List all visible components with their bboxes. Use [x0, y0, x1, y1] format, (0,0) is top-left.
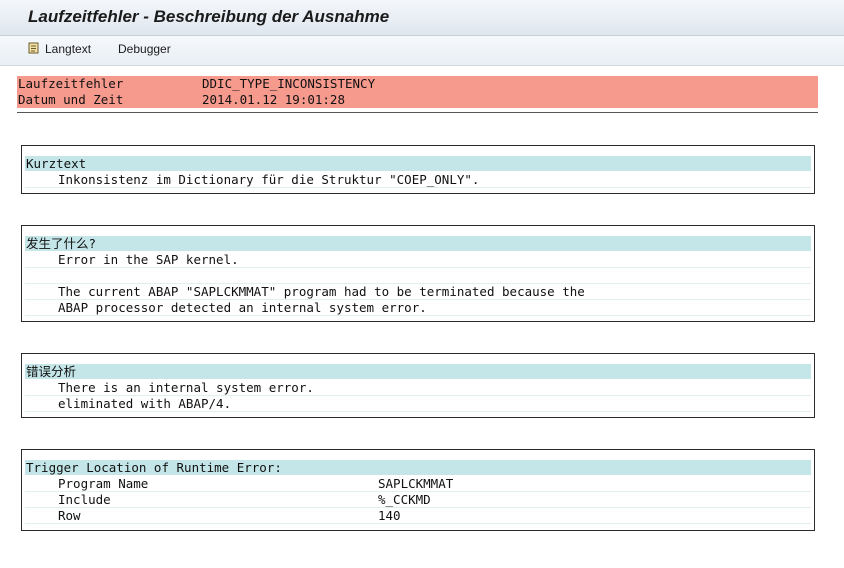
kurztext-heading: Kurztext: [26, 156, 87, 171]
table-row: Include %_CCKMD: [25, 492, 811, 508]
date-time-label: Datum und Zeit: [18, 92, 124, 107]
debugger-label: Debugger: [118, 42, 171, 56]
section-heading: Kurztext: [25, 156, 811, 171]
text-line: Inkonsistenz im Dictionary für die Struk…: [25, 172, 811, 188]
date-time-row: Datum und Zeit 2014.01.12 19:01:28: [17, 92, 818, 108]
date-time-value: 2014.01.12 19:01:28: [202, 92, 345, 107]
kurztext-section: Kurztext Inkonsistenz im Dictionary für …: [21, 145, 815, 194]
section-heading: 错误分析: [25, 364, 811, 379]
text-line: ABAP processor detected an internal syst…: [25, 300, 811, 316]
runtime-error-label: Laufzeitfehler: [18, 76, 124, 91]
table-row: Row 140: [25, 508, 811, 524]
kurztext-line: Inkonsistenz im Dictionary für die Struk…: [58, 172, 480, 187]
error-analysis-heading: 错误分析: [26, 364, 77, 379]
what-happened-heading: 发生了什么?: [26, 236, 97, 251]
text-line: [25, 268, 811, 284]
title-bar: Laufzeitfehler - Beschreibung der Ausnah…: [0, 0, 844, 36]
text-line: There is an internal system error.: [25, 380, 811, 396]
error-analysis-section: 错误分析 There is an internal system error. …: [21, 353, 815, 418]
divider: [17, 112, 818, 113]
trigger-location-heading: Trigger Location of Runtime Error:: [26, 460, 282, 475]
langtext-label: Langtext: [45, 42, 92, 56]
document-scroll-icon: [28, 42, 39, 54]
table-row: Program Name SAPLCKMMAT: [25, 476, 811, 492]
application-toolbar: Langtext Debugger: [0, 36, 844, 66]
langtext-button[interactable]: Langtext: [28, 42, 92, 56]
trigger-location-section: Trigger Location of Runtime Error: Progr…: [21, 449, 815, 531]
page-title: Laufzeitfehler - Beschreibung der Ausnah…: [28, 7, 390, 26]
runtime-error-value: DDIC_TYPE_INCONSISTENCY: [202, 76, 376, 91]
debugger-button[interactable]: Debugger: [118, 42, 171, 56]
text-line: Error in the SAP kernel.: [25, 252, 811, 268]
what-happened-section: 发生了什么? Error in the SAP kernel. The curr…: [21, 225, 815, 322]
section-heading: Trigger Location of Runtime Error:: [25, 460, 811, 475]
text-line: eliminated with ABAP/4.: [25, 396, 811, 412]
section-heading: 发生了什么?: [25, 236, 811, 251]
runtime-error-row: Laufzeitfehler DDIC_TYPE_INCONSISTENCY: [17, 76, 818, 92]
text-line: The current ABAP "SAPLCKMMAT" program ha…: [25, 284, 811, 300]
